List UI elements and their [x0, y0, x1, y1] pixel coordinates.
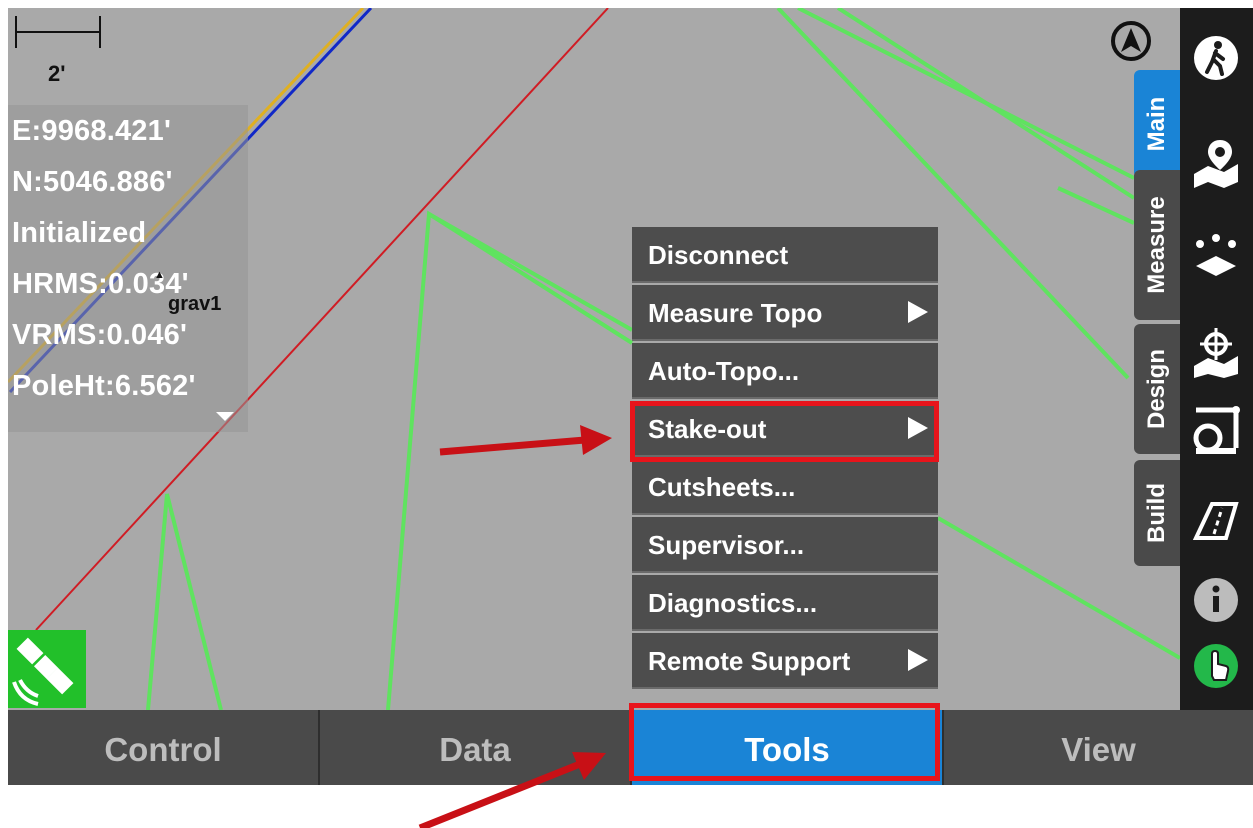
annotation-arrows [418, 425, 612, 828]
